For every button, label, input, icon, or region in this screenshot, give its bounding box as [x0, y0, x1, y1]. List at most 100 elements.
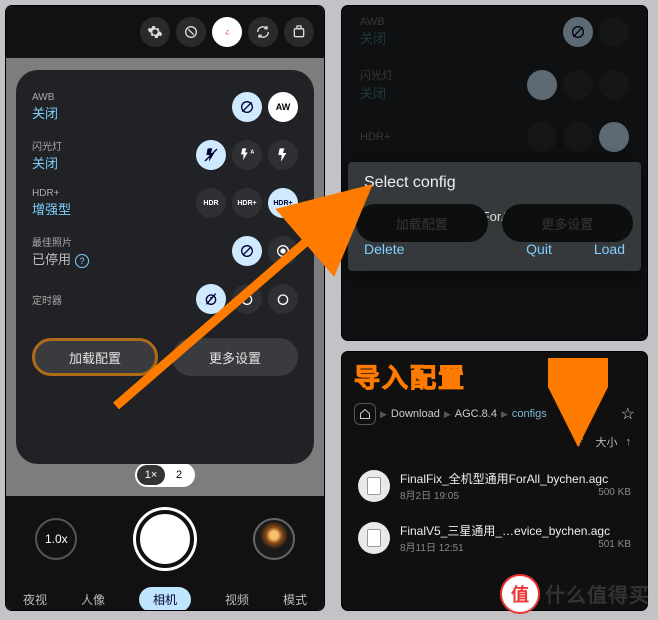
- bg-flash-auto-icon: [563, 70, 593, 100]
- file-row[interactable]: FinalFix_全机型通用ForAll_bychen.agc 8月2日 19:…: [354, 460, 635, 512]
- shutter-button[interactable]: [136, 510, 194, 568]
- bg-load-config-button: 加载配置: [356, 204, 488, 242]
- best-shot-label: 最佳照片: [32, 234, 232, 249]
- favorite-star-icon[interactable]: ☆: [621, 404, 635, 424]
- zoom-indicator[interactable]: 1.0x: [35, 518, 77, 560]
- timer-off-icon[interactable]: [196, 284, 226, 314]
- hdr-label: HDR+: [32, 188, 196, 199]
- flash-off-icon[interactable]: [196, 140, 226, 170]
- config-dialog-panel: AWB 关闭 闪光灯 关闭 HDR+: [342, 6, 647, 340]
- toolbar-icon-4[interactable]: [248, 17, 278, 47]
- watermark-badge: 值: [500, 574, 540, 614]
- svg-text:ℒ: ℒ: [225, 30, 230, 37]
- watermark-text: 什么值得买: [545, 579, 650, 608]
- zoom-2x[interactable]: 2: [165, 469, 193, 481]
- flash-label: 闪光灯: [32, 138, 196, 153]
- quit-button[interactable]: Quit: [526, 241, 552, 257]
- dimmed-bottom-buttons: 加载配置 更多设置: [342, 204, 647, 242]
- gallery-thumbnail[interactable]: [253, 518, 295, 560]
- bg-flash-value: 关闭: [360, 83, 527, 102]
- hdr-off-icon[interactable]: HDR: [196, 188, 226, 218]
- timer-row: 定时器: [32, 276, 298, 322]
- breadcrumb-configs[interactable]: configs: [512, 408, 547, 420]
- dialog-title: Select config: [364, 174, 625, 192]
- bg-awb-value: 关闭: [360, 28, 563, 47]
- leica-brand-icon[interactable]: ℒ: [212, 17, 242, 47]
- more-settings-button[interactable]: 更多设置: [172, 338, 298, 376]
- svg-text:A: A: [250, 150, 254, 156]
- chevron-right-icon: ▶: [380, 409, 387, 420]
- bg-flash-off-icon: [527, 70, 557, 100]
- awb-off-icon[interactable]: [232, 92, 262, 122]
- bg-awb-on-icon: [599, 17, 629, 47]
- best-shot-value: 已停用?: [32, 249, 232, 268]
- file-date: 8月11日 12:51: [400, 539, 464, 554]
- hdr-on-icon[interactable]: HDR+: [232, 188, 262, 218]
- toolbar-icon-5[interactable]: [284, 17, 314, 47]
- home-icon[interactable]: [354, 403, 376, 425]
- best-off-icon[interactable]: [232, 236, 262, 266]
- mode-video[interactable]: 视频: [225, 591, 249, 608]
- mode-more[interactable]: 模式: [283, 591, 307, 608]
- load-button[interactable]: Load: [594, 241, 625, 257]
- file-date: 8月2日 19:05: [400, 487, 459, 502]
- bg-hdr-1-icon: [527, 122, 557, 152]
- flash-row: 闪光灯 关闭 A: [32, 130, 298, 180]
- flash-auto-icon[interactable]: A: [232, 140, 262, 170]
- awb-value: 关闭: [32, 103, 232, 122]
- bg-hdr-3-icon: [599, 122, 629, 152]
- file-list: FinalFix_全机型通用ForAll_bychen.agc 8月2日 19:…: [354, 460, 635, 564]
- sort-controls[interactable]: 大小 ↑: [576, 434, 632, 450]
- chevron-right-icon: ▶: [501, 409, 508, 420]
- camera-app-panel: ℒ AWB 关闭 AW 闪光灯 关闭: [6, 6, 324, 610]
- import-config-annotation: 导入配置: [354, 358, 466, 395]
- mode-camera[interactable]: 相机: [139, 587, 191, 611]
- dimmed-background: AWB 关闭 闪光灯 关闭 HDR+: [342, 6, 647, 162]
- sort-direction-icon[interactable]: ↑: [626, 436, 632, 448]
- camera-top-toolbar: ℒ: [6, 6, 324, 58]
- toolbar-icon-2[interactable]: [176, 17, 206, 47]
- sort-icon: [576, 436, 588, 448]
- hdr-value: 增强型: [32, 199, 196, 218]
- load-config-button[interactable]: 加载配置: [32, 338, 158, 376]
- mode-portrait[interactable]: 人像: [81, 591, 105, 608]
- file-icon: [358, 522, 390, 554]
- bg-flash-label: 闪光灯: [360, 67, 527, 83]
- bg-awb-label: AWB: [360, 16, 563, 28]
- flash-on-icon[interactable]: [268, 140, 298, 170]
- file-name: FinalFix_全机型通用ForAll_bychen.agc: [400, 470, 631, 487]
- settings-gear-icon[interactable]: [140, 17, 170, 47]
- mode-switcher: 夜视 人像 相机 视频 模式: [6, 582, 324, 610]
- breadcrumb-bar: ▶ Download ▶ AGC.8.4 ▶ configs ☆: [354, 400, 635, 428]
- flash-value: 关闭: [32, 153, 196, 172]
- awb-label: AWB: [32, 92, 232, 103]
- file-row[interactable]: FinalV5_三星通用_…evice_bychen.agc 8月11日 12:…: [354, 512, 635, 564]
- camera-preview-area: AWB 关闭 AW 闪光灯 关闭 A: [6, 58, 324, 454]
- bg-hdr-label: HDR+: [360, 131, 527, 143]
- mode-night[interactable]: 夜视: [23, 591, 47, 608]
- shutter-controls: 1.0x: [6, 496, 324, 582]
- breadcrumb-agc[interactable]: AGC.8.4: [455, 408, 497, 420]
- hdr-row: HDR+ 增强型 HDR HDR+ HDR+: [32, 180, 298, 226]
- file-size: 501 KB: [598, 539, 631, 554]
- awb-row: AWB 关闭 AW: [32, 84, 298, 130]
- zoom-1x[interactable]: 1×: [137, 465, 165, 485]
- delete-button[interactable]: Delete: [364, 241, 404, 257]
- timer-label: 定时器: [32, 292, 196, 307]
- best-shot-row: 最佳照片 已停用?: [32, 226, 298, 276]
- hdr-enhanced-icon[interactable]: HDR+: [268, 188, 298, 218]
- file-icon: [358, 470, 390, 502]
- awb-on-icon[interactable]: AW: [268, 92, 298, 122]
- best-on-icon[interactable]: [268, 236, 298, 266]
- help-icon[interactable]: ?: [75, 254, 89, 268]
- file-browser-panel: 导入配置 ▶ Download ▶ AGC.8.4 ▶ configs ☆ 大小…: [342, 352, 647, 610]
- timer-3s-icon[interactable]: [232, 284, 262, 314]
- bg-flash-on-icon: [599, 70, 629, 100]
- bg-awb-off-icon: [563, 17, 593, 47]
- zoom-pill[interactable]: 1× 2: [135, 463, 195, 487]
- file-size: 500 KB: [598, 487, 631, 502]
- bg-hdr-2-icon: [563, 122, 593, 152]
- quick-settings-sheet: AWB 关闭 AW 闪光灯 关闭 A: [16, 70, 314, 464]
- timer-10s-icon[interactable]: [268, 284, 298, 314]
- breadcrumb-download[interactable]: Download: [391, 408, 440, 420]
